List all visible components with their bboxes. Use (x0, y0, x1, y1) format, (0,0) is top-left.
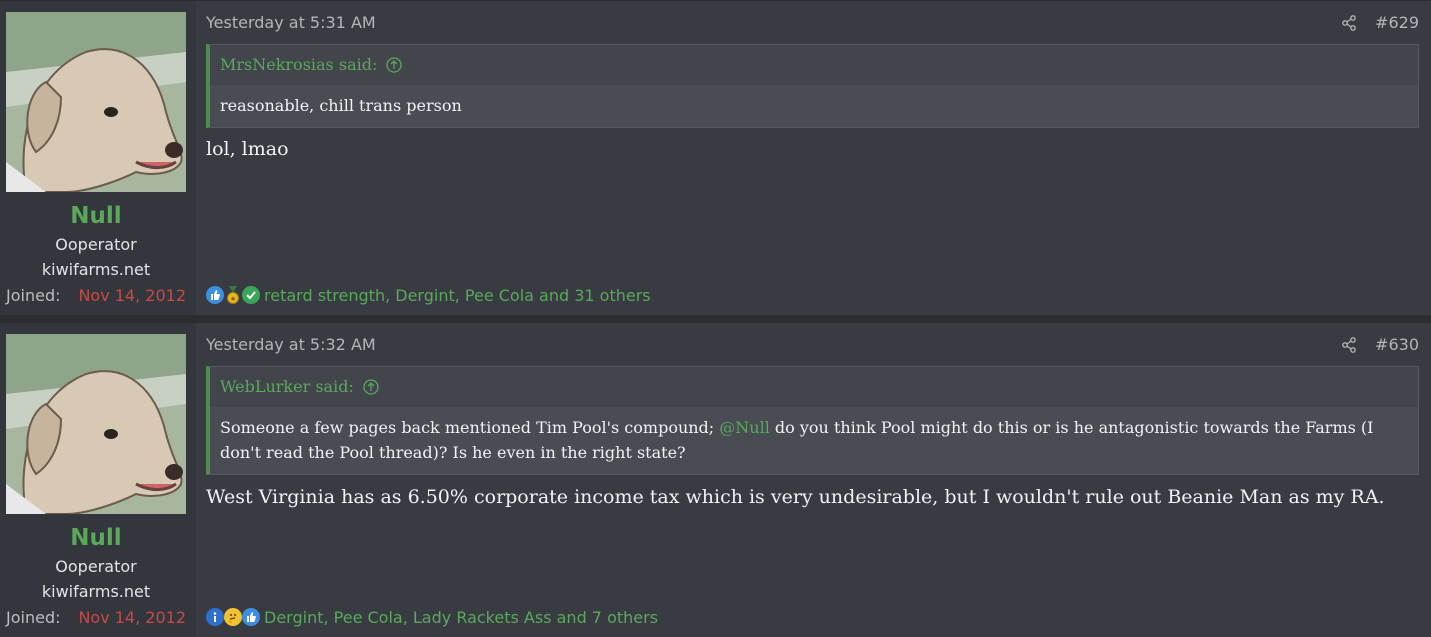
checkmark-icon (242, 286, 260, 304)
post-timestamp[interactable]: Yesterday at 5:31 AM (206, 13, 376, 32)
post-number[interactable]: #629 (1375, 13, 1419, 32)
post-message: lol, lmao (206, 138, 289, 160)
joined-label: Joined: (6, 286, 61, 305)
reactions-bar[interactable]: Dergint, Pee Cola, Lady Rackets Ass and … (206, 606, 658, 628)
share-icon[interactable] (1341, 337, 1357, 353)
quote-text-before: Someone a few pages back mentioned Tim P… (220, 418, 720, 437)
avatar[interactable] (6, 12, 186, 192)
quote-block: WebLurker said: Someone a few pages back… (206, 366, 1419, 475)
informative-icon (206, 608, 224, 626)
reactions-list[interactable]: retard strength, Dergint, Pee Cola and 3… (264, 286, 651, 305)
quote-header[interactable]: MrsNekrosias said: (210, 45, 1418, 85)
quote-author[interactable]: WebLurker said: (220, 377, 354, 396)
post-number[interactable]: #630 (1375, 335, 1419, 354)
post-body: Yesterday at 5:31 AM #629 MrsNekrosias s… (206, 1, 1419, 315)
post-timestamp[interactable]: Yesterday at 5:32 AM (206, 335, 376, 354)
user-panel: Null Ooperator kiwifarms.net Joined: Nov… (0, 1, 196, 315)
post-message: West Virginia has as 6.50% corporate inc… (206, 486, 1385, 508)
quote-text: reasonable, chill trans person (210, 85, 1418, 127)
reactions-bar[interactable]: ★ retard strength, Dergint, Pee Cola and… (206, 284, 651, 306)
user-title: Ooperator (55, 557, 137, 576)
post-630: Null Ooperator kiwifarms.net Joined: Nov… (0, 322, 1431, 637)
quote-text: Someone a few pages back mentioned Tim P… (210, 407, 1418, 474)
medal-icon: ★ (224, 286, 242, 304)
username[interactable]: Null (0, 525, 192, 551)
quote-block: MrsNekrosias said: reasonable, chill tra… (206, 44, 1419, 128)
user-panel: Null Ooperator kiwifarms.net Joined: Nov… (0, 323, 196, 637)
svg-text:★: ★ (230, 295, 236, 303)
post-body: Yesterday at 5:32 AM #630 WebLurker said… (206, 323, 1419, 637)
user-site: kiwifarms.net (41, 260, 151, 279)
joined-label: Joined: (6, 608, 61, 627)
joined-date: Nov 14, 2012 (78, 286, 186, 305)
joined-date: Nov 14, 2012 (78, 608, 186, 627)
like-icon (242, 608, 260, 626)
username[interactable]: Null (0, 203, 192, 229)
like-icon (206, 286, 224, 304)
quote-header[interactable]: WebLurker said: (210, 367, 1418, 407)
user-site: kiwifarms.net (41, 582, 151, 601)
post-629: Null Ooperator kiwifarms.net Joined: Nov… (0, 0, 1431, 315)
avatar[interactable] (6, 334, 186, 514)
user-mention-link[interactable]: @Null (719, 418, 770, 437)
user-title: Ooperator (55, 235, 137, 254)
thinking-icon (224, 608, 242, 626)
share-icon[interactable] (1341, 15, 1357, 31)
quote-author[interactable]: MrsNekrosias said: (220, 55, 377, 74)
jump-to-quote-icon[interactable] (363, 379, 379, 395)
reactions-list[interactable]: Dergint, Pee Cola, Lady Rackets Ass and … (264, 608, 658, 627)
jump-to-quote-icon[interactable] (386, 57, 403, 73)
